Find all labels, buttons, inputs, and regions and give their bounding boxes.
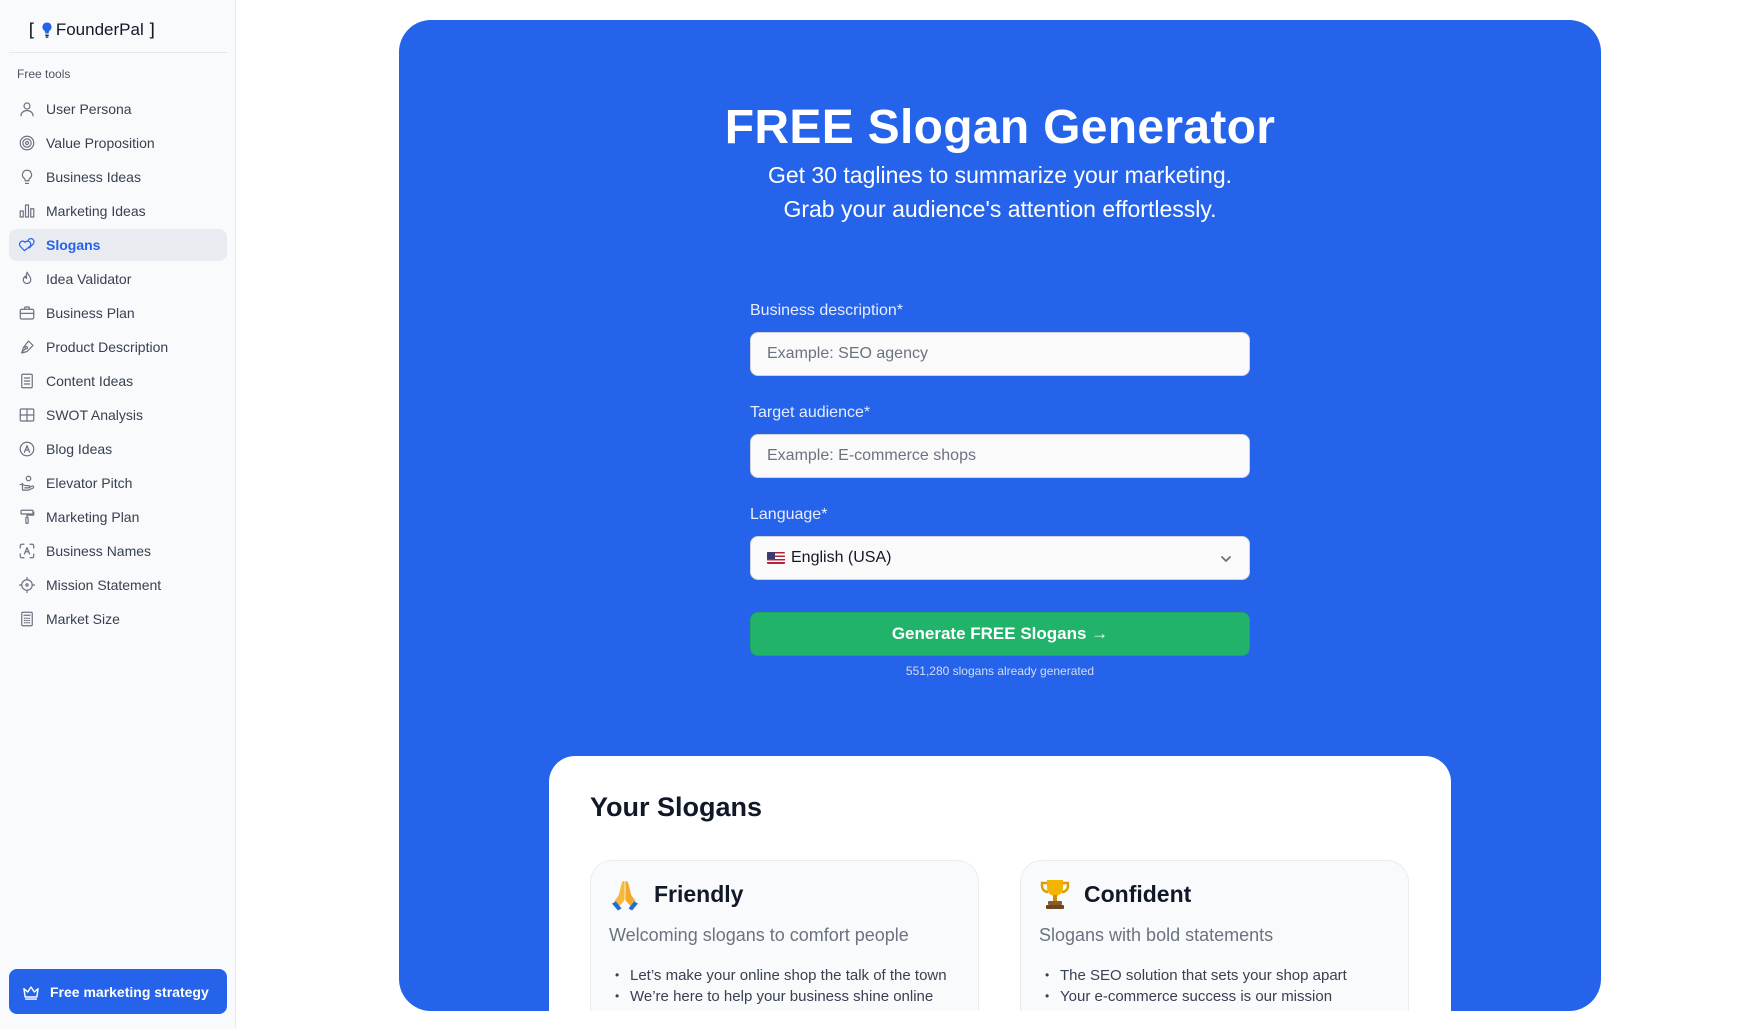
target-audience-input[interactable] (750, 434, 1250, 478)
sidebar-item-slogans[interactable]: Slogans (9, 229, 227, 261)
sidebar-item-label: Blog Ideas (46, 441, 113, 457)
crown-icon (21, 982, 41, 1002)
chevron-down-icon (1219, 552, 1233, 566)
section-label: Free tools (17, 67, 71, 81)
slogan-item[interactable]: Your e-commerce success is our mission (1043, 986, 1347, 1007)
document-icon (18, 372, 36, 390)
tone-card-friendly: Friendly Welcoming slogans to comfort pe… (590, 860, 979, 1011)
sidebar-item-label: Idea Validator (46, 271, 132, 287)
slogan-item[interactable]: The SEO solution that sets your shop apa… (1043, 965, 1347, 986)
sidebar-item-business-plan[interactable]: Business Plan (9, 297, 227, 329)
folded-hands-icon (608, 877, 642, 911)
sidebar-item-label: Marketing Plan (46, 509, 140, 525)
sidebar-item-label: Slogans (46, 237, 101, 253)
slogans-title: Your Slogans (590, 792, 763, 822)
sidebar-item-user-persona[interactable]: User Persona (9, 93, 227, 125)
scan-text-icon (18, 542, 36, 560)
sidebar-item-product-description[interactable]: Product Description (9, 331, 227, 363)
sidebar-item-label: Content Ideas (46, 373, 134, 389)
briefcase-icon (18, 304, 36, 322)
sidebar-item-label: Market Size (46, 611, 120, 627)
sidebar-item-marketing-plan[interactable]: Marketing Plan (9, 501, 227, 533)
sidebar-nav: User Persona Value Proposition Business … (9, 93, 227, 637)
free-marketing-strategy-button[interactable]: Free marketing strategy (9, 969, 227, 1014)
calculator-icon (18, 610, 36, 628)
language-select[interactable]: English (USA) (750, 536, 1250, 580)
sidebar-item-value-proposition[interactable]: Value Proposition (9, 127, 227, 159)
tone-name: Friendly (654, 880, 744, 907)
sidebar-item-label: Marketing Ideas (46, 203, 146, 219)
sidebar-item-business-names[interactable]: Business Names (9, 535, 227, 567)
sidebar-item-label: Business Ideas (46, 169, 141, 185)
business-description-label: Business description* (750, 302, 903, 319)
sidebar-item-swot-analysis[interactable]: SWOT Analysis (9, 399, 227, 431)
sidebar-item-blog-ideas[interactable]: Blog Ideas (9, 433, 227, 465)
generated-count: 551,280 slogans already generated (905, 664, 1095, 678)
slogan-list: The SEO solution that sets your shop apa… (1043, 965, 1347, 1007)
slogan-item[interactable]: We’re here to help your business shine o… (613, 986, 947, 1007)
subtitle-line: Get 30 taglines to summarize your market… (767, 162, 1233, 188)
sidebar-item-label: SWOT Analysis (46, 407, 143, 423)
pen-nib-icon (18, 338, 36, 356)
target-audience-label: Target audience* (750, 404, 871, 421)
sidebar-item-label: Elevator Pitch (46, 475, 133, 491)
paint-roller-icon (18, 508, 36, 526)
sidebar-item-label: Mission Statement (46, 577, 162, 593)
sidebar: [ FounderPal ] Free tools User Persona V… (0, 0, 236, 1029)
sidebar-item-label: Product Description (46, 339, 169, 355)
sidebar-item-label: Business Names (46, 543, 152, 559)
sidebar-item-business-ideas[interactable]: Business Ideas (9, 161, 227, 193)
logo-bracket-open: [ (26, 19, 37, 41)
lightbulb-icon (18, 168, 36, 186)
bar-chart-icon (18, 202, 36, 220)
sidebar-item-idea-validator[interactable]: Idea Validator (9, 263, 227, 295)
business-description-input[interactable] (750, 332, 1250, 376)
tone-description: Slogans with bold statements (1039, 925, 1274, 945)
slogans-card: Your Slogans Friendly Welcoming slogans … (549, 756, 1451, 1011)
page-title: FREE Slogan Generator (724, 101, 1276, 154)
slogan-form: Business description* Target audience* L… (750, 302, 1250, 678)
sidebar-item-label: Business Plan (46, 305, 135, 321)
sidebar-item-mission-statement[interactable]: Mission Statement (9, 569, 227, 601)
flame-icon (18, 270, 36, 288)
slogan-list: Let’s make your online shop the talk of … (613, 965, 947, 1007)
page-subtitle: Get 30 taglines to summarize your market… (399, 158, 1601, 226)
divider (9, 52, 227, 53)
user-icon (18, 100, 36, 118)
grid-icon (18, 406, 36, 424)
subtitle-line: Grab your audience's attention effortles… (783, 196, 1217, 222)
brand-name: FounderPal (55, 20, 144, 39)
language-label: Language* (750, 506, 828, 523)
sidebar-item-label: Value Proposition (46, 135, 155, 151)
circle-a-icon (18, 440, 36, 458)
lightbulb-icon (40, 21, 54, 39)
tone-card-confident: Confident Slogans with bold statements T… (1020, 860, 1409, 1011)
tone-name: Confident (1084, 880, 1192, 907)
logo-bracket-close: ] (146, 19, 158, 41)
target-icon (18, 134, 36, 152)
slogan-item[interactable]: Let’s make your online shop the talk of … (613, 965, 947, 986)
tone-header: Friendly (608, 877, 743, 911)
hearts-icon (18, 236, 36, 254)
generate-slogans-button[interactable]: Generate FREE Slogans → (750, 612, 1250, 656)
us-flag-icon (767, 552, 785, 564)
tone-header: Confident (1038, 877, 1191, 911)
sidebar-item-market-size[interactable]: Market Size (9, 603, 227, 635)
sidebar-item-content-ideas[interactable]: Content Ideas (9, 365, 227, 397)
language-value: English (USA) (791, 549, 892, 566)
sidebar-item-label: User Persona (46, 101, 132, 117)
hand-coins-icon (18, 474, 36, 492)
crosshair-icon (18, 576, 36, 594)
sidebar-item-elevator-pitch[interactable]: Elevator Pitch (9, 467, 227, 499)
cta-label: Free marketing strategy (50, 983, 209, 1000)
tone-description: Welcoming slogans to comfort people (609, 925, 909, 945)
trophy-icon (1038, 877, 1072, 911)
brand-logo[interactable]: [ FounderPal ] (26, 18, 158, 42)
sidebar-item-marketing-ideas[interactable]: Marketing Ideas (9, 195, 227, 227)
hero-panel: FREE Slogan Generator Get 30 taglines to… (399, 20, 1601, 1011)
